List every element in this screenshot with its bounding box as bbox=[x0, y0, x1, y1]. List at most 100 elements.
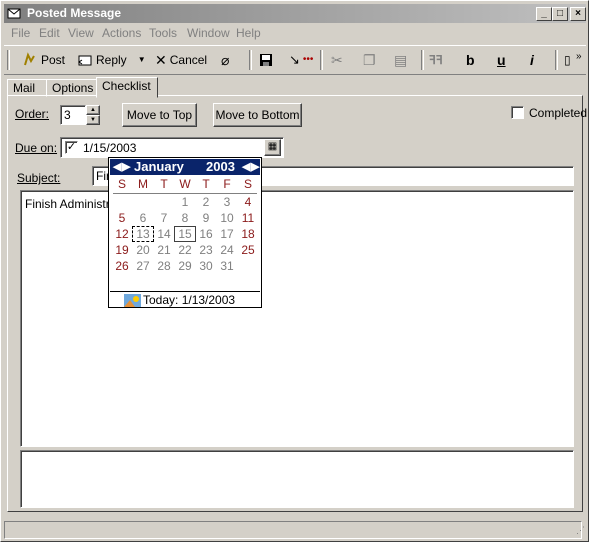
paste-button[interactable]: ▤ bbox=[394, 50, 407, 70]
resize-grip[interactable]: ⋰ bbox=[576, 525, 585, 536]
save-icon bbox=[260, 54, 272, 66]
calendar-day[interactable]: 14 bbox=[154, 227, 174, 241]
order-spin-down[interactable]: ▼ bbox=[86, 115, 100, 125]
cancel-button[interactable]: ✕ Cancel bbox=[155, 50, 207, 70]
calendar-weekday: T bbox=[202, 177, 210, 191]
send-button[interactable]: ↘ ••• bbox=[289, 50, 313, 70]
calendar-day[interactable]: 31 bbox=[217, 259, 237, 273]
order-spin-up[interactable]: ▲ bbox=[86, 105, 100, 115]
calendar-day[interactable]: 19 bbox=[112, 243, 132, 257]
calendar-day[interactable]: 3 bbox=[217, 195, 237, 209]
order-input[interactable]: 3 bbox=[60, 105, 86, 125]
calendar-day[interactable]: 10 bbox=[217, 211, 237, 225]
today-link[interactable]: Today: 1/13/2003 bbox=[124, 292, 235, 308]
move-to-top-button[interactable]: Move to Top bbox=[122, 103, 197, 127]
calendar-day[interactable]: 6 bbox=[133, 211, 153, 225]
menu-tools[interactable]: Tools bbox=[149, 26, 177, 40]
italic-button[interactable]: i bbox=[530, 50, 534, 70]
order-label: Order: bbox=[15, 107, 50, 121]
cancel-icon: ✕ bbox=[155, 52, 167, 68]
calendar-day[interactable]: 22 bbox=[175, 243, 195, 257]
calendar-day[interactable]: 15 bbox=[174, 226, 196, 242]
status-cell bbox=[4, 521, 582, 539]
calendar-day[interactable]: 27 bbox=[133, 259, 153, 273]
post-icon bbox=[24, 52, 35, 66]
toolbar-separator bbox=[421, 50, 424, 70]
toolbar-separator bbox=[249, 50, 252, 70]
title-bar[interactable]: Posted Message _ □ × bbox=[4, 4, 586, 23]
paperclip-icon: ⌀ bbox=[221, 52, 230, 68]
menu-edit[interactable]: Edit bbox=[39, 26, 60, 40]
menu-window[interactable]: Window bbox=[187, 26, 230, 40]
copy-button[interactable]: ❐ bbox=[363, 50, 376, 70]
calendar-day[interactable]: 8 bbox=[175, 211, 195, 225]
reply-icon bbox=[78, 55, 92, 66]
calendar-day[interactable]: 30 bbox=[196, 259, 216, 273]
font-icon: ꟻꟻ bbox=[429, 53, 443, 67]
calendar-day[interactable]: 7 bbox=[154, 211, 174, 225]
calendar-weekday: S bbox=[243, 177, 252, 191]
calendar-header: ◀ ▶ January 2003 ◀ ▶ bbox=[110, 159, 260, 175]
calendar-day[interactable]: 29 bbox=[175, 259, 195, 273]
next-year-icon[interactable]: ▶ bbox=[251, 159, 259, 175]
underline-button[interactable]: u bbox=[497, 50, 506, 70]
attach-button[interactable]: ⌀ bbox=[221, 50, 229, 70]
calendar-day[interactable]: 25 bbox=[238, 243, 258, 257]
calendar-day[interactable]: 17 bbox=[217, 227, 237, 241]
maximize-button[interactable]: □ bbox=[552, 7, 568, 21]
calendar-day[interactable]: 9 bbox=[196, 211, 216, 225]
send-icon: ↘ bbox=[289, 52, 300, 67]
tab-checklist[interactable]: Checklist bbox=[96, 77, 158, 98]
calendar-year[interactable]: 2003 bbox=[206, 159, 235, 175]
calendar-day[interactable]: 21 bbox=[154, 243, 174, 257]
body-textarea[interactable]: Finish Administrati bbox=[20, 190, 574, 447]
calendar-day[interactable]: 5 bbox=[112, 211, 132, 225]
calendar-month[interactable]: January bbox=[134, 159, 184, 175]
completed-checkbox[interactable] bbox=[511, 106, 524, 119]
save-button[interactable] bbox=[258, 50, 274, 70]
next-month-icon[interactable]: ▶ bbox=[122, 159, 130, 175]
calendar-day[interactable]: 2 bbox=[196, 195, 216, 209]
toolbar-separator bbox=[320, 50, 323, 70]
minimize-button[interactable]: _ bbox=[536, 7, 552, 21]
bold-button[interactable]: b bbox=[466, 50, 475, 70]
calendar-day[interactable]: 18 bbox=[238, 227, 258, 241]
menu-actions[interactable]: Actions bbox=[102, 26, 141, 40]
toolbar-overflow-button[interactable]: » bbox=[576, 47, 582, 67]
menu-file[interactable]: File bbox=[11, 26, 30, 40]
close-button[interactable]: × bbox=[570, 7, 586, 21]
calendar-day[interactable]: 13 bbox=[132, 226, 154, 242]
post-button[interactable]: Post bbox=[22, 50, 65, 70]
calendar-day[interactable]: 28 bbox=[154, 259, 174, 273]
properties-button[interactable]: ▯ bbox=[564, 50, 571, 70]
move-to-bottom-button[interactable]: Move to Bottom bbox=[213, 103, 302, 127]
calendar-day[interactable]: 16 bbox=[196, 227, 216, 241]
calendar-icon[interactable]: ▦ bbox=[264, 139, 281, 156]
calendar-day[interactable]: 4 bbox=[238, 195, 258, 209]
scissors-icon: ✂ bbox=[331, 52, 343, 68]
reply-button[interactable]: Reply ▼ bbox=[77, 50, 146, 70]
cut-button[interactable]: ✂ bbox=[331, 50, 343, 70]
calendar-day[interactable]: 1 bbox=[175, 195, 195, 209]
calendar-day[interactable]: 26 bbox=[112, 259, 132, 273]
prev-month-icon[interactable]: ◀ bbox=[113, 159, 121, 175]
today-icon bbox=[124, 293, 141, 307]
menu-help[interactable]: Help bbox=[236, 26, 261, 40]
due-date-picker[interactable]: ✓ 1/15/2003 ▦ bbox=[60, 137, 284, 158]
calendar-day[interactable]: 11 bbox=[238, 211, 258, 225]
prev-year-icon[interactable]: ◀ bbox=[242, 159, 250, 175]
reply-dropdown-icon[interactable]: ▼ bbox=[138, 50, 146, 70]
menu-bar: File Edit View Actions Tools Window Help bbox=[4, 24, 586, 42]
calendar-day[interactable]: 24 bbox=[217, 243, 237, 257]
calendar-day[interactable]: 20 bbox=[133, 243, 153, 257]
menu-view[interactable]: View bbox=[68, 26, 94, 40]
calendar-weekday: M bbox=[138, 177, 148, 191]
toolbar-grip bbox=[7, 50, 10, 70]
font-button[interactable]: ꟻꟻ bbox=[429, 50, 443, 70]
notes-textarea[interactable] bbox=[20, 450, 574, 508]
calendar-weekday: S bbox=[117, 177, 126, 191]
due-date-checkbox[interactable]: ✓ bbox=[65, 141, 78, 154]
calendar-day[interactable]: 12 bbox=[112, 227, 132, 241]
calendar-day[interactable]: 23 bbox=[196, 243, 216, 257]
subject-label: Subject: bbox=[17, 171, 61, 185]
